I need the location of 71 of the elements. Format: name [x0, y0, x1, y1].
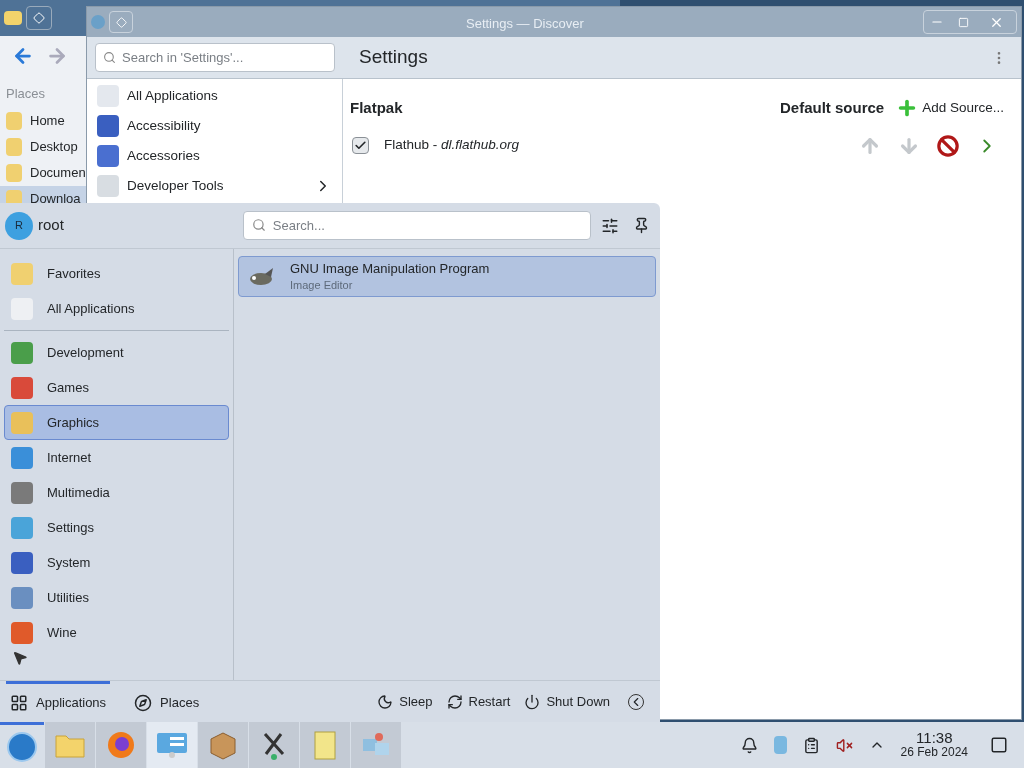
launcher-category-item[interactable]: Settings	[4, 510, 229, 545]
user-name: root	[38, 215, 64, 236]
clock-date: 26 Feb 2024	[900, 745, 968, 760]
task-button[interactable]	[249, 722, 299, 768]
window-menu-button[interactable]	[109, 11, 133, 33]
square-icon	[990, 736, 1008, 754]
bell-icon	[740, 736, 758, 754]
launcher-sidebar-item[interactable]: All Applications	[4, 291, 229, 326]
box-icon	[208, 730, 238, 760]
arrow-right-icon	[46, 45, 68, 67]
default-source-label: Default source	[780, 98, 885, 118]
browser-icon	[106, 730, 136, 760]
restart-icon	[446, 693, 463, 710]
add-source-button[interactable]: Add Source...	[896, 97, 1004, 120]
places-item[interactable]: Home	[0, 107, 90, 134]
show-desktop-button[interactable]	[990, 736, 1008, 754]
app-icon	[91, 15, 105, 29]
launcher-category-item[interactable]: Development	[4, 335, 229, 370]
power-icon	[524, 693, 541, 710]
search-icon	[103, 51, 116, 64]
category-item[interactable]: Developer Tools	[87, 171, 342, 201]
search-field[interactable]: Search in 'Settings'...	[95, 43, 335, 72]
app-name: GNU Image Manipulation Program	[290, 260, 490, 277]
back-button[interactable]	[12, 45, 34, 67]
launcher-category-item[interactable]: Internet	[4, 440, 229, 475]
source-label: Flathub - dl.flathub.org	[384, 136, 520, 155]
notepad-icon	[312, 729, 338, 761]
category-item[interactable]: All Applications	[87, 81, 342, 111]
prohibited-icon	[937, 134, 959, 157]
remove-button[interactable]	[937, 134, 959, 157]
task-button[interactable]	[96, 722, 146, 768]
launcher-tab[interactable]: Places	[130, 680, 204, 723]
muted-speaker-icon	[835, 736, 853, 754]
clock-time: 11:38	[916, 730, 953, 745]
check-icon	[354, 139, 367, 152]
window-title: Settings — Discover	[466, 15, 584, 33]
category-item[interactable]: Accessories	[87, 141, 342, 171]
places-item[interactable]: Documen	[0, 159, 90, 186]
maximize-icon	[957, 16, 969, 28]
page-heading: Settings	[359, 45, 428, 70]
clipboard-icon	[802, 736, 820, 754]
launcher-category-item[interactable]: Wine	[4, 615, 229, 650]
launcher-category-item[interactable]: Multimedia	[4, 475, 229, 510]
section-heading: Places	[5, 85, 47, 103]
avatar: R	[5, 211, 33, 240]
sliders-icon	[600, 216, 619, 235]
diamond-icon	[33, 12, 45, 24]
moon-icon	[377, 693, 394, 710]
launcher-category-item[interactable]: Games	[4, 370, 229, 405]
power-action-button[interactable]: Restart	[446, 691, 511, 712]
app-description: Image Editor	[290, 277, 354, 293]
places-item[interactable]: Desktop	[0, 133, 90, 160]
checkbox[interactable]	[352, 137, 369, 154]
launcher-sidebar-item[interactable]: Favorites	[4, 256, 229, 291]
power-action-button[interactable]: Sleep	[377, 691, 433, 712]
section-heading: Flatpak	[350, 98, 403, 118]
diamond-icon	[115, 16, 127, 28]
power-action-button[interactable]: Shut Down	[524, 691, 610, 712]
launcher-category-item[interactable]: System	[4, 545, 229, 580]
launcher-category-item[interactable]: Graphics	[4, 405, 229, 440]
mouse-pointer-icon	[12, 650, 28, 666]
app-item[interactable]: GNU Image Manipulation Program Image Editor	[238, 256, 656, 297]
filter-button[interactable]	[600, 216, 619, 235]
animal-icon	[247, 266, 275, 287]
forward-button[interactable]	[46, 45, 68, 67]
window-menu-button[interactable]	[26, 6, 52, 30]
search-icon	[251, 218, 266, 232]
search-field[interactable]: Search...	[242, 211, 591, 240]
x-letter-icon	[261, 730, 287, 760]
category-item[interactable]: Accessibility	[87, 111, 342, 141]
launcher-category-item[interactable]: Utilities	[4, 580, 229, 615]
